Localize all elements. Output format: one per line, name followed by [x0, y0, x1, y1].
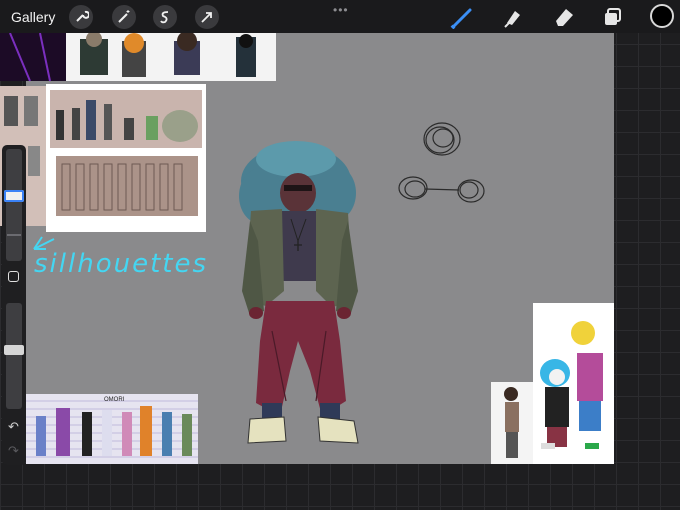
brush-size-knob[interactable] — [4, 190, 24, 202]
eraser-icon[interactable] — [552, 5, 576, 34]
character-sketch — [239, 141, 359, 444]
size-tick — [7, 234, 21, 236]
omori-title: OMORI — [104, 397, 125, 403]
actions-wrench-icon[interactable] — [69, 5, 93, 29]
top-toolbar: Gallery ••• — [0, 0, 680, 33]
transform-arrow-icon[interactable] — [195, 5, 219, 29]
opacity-knob[interactable] — [4, 345, 24, 355]
modify-button[interactable] — [8, 271, 19, 282]
reference-lineup-card — [46, 84, 206, 232]
reference-small-figure — [491, 382, 533, 464]
reference-night-in-the-woods — [66, 33, 276, 81]
layers-icon[interactable] — [601, 5, 625, 34]
brush-size-slider[interactable] — [6, 149, 22, 261]
smudge-icon[interactable] — [501, 5, 525, 34]
selection-s-icon[interactable] — [153, 5, 177, 29]
gallery-button[interactable]: Gallery — [11, 9, 55, 25]
undo-button[interactable]: ↶ — [8, 419, 19, 435]
sketch-doodles — [398, 122, 485, 203]
reference-dark-strip — [0, 33, 66, 81]
color-picker-button[interactable] — [650, 4, 674, 28]
opacity-slider[interactable] — [6, 303, 22, 409]
adjustments-wand-icon[interactable] — [112, 5, 136, 29]
redo-button[interactable]: ↷ — [8, 443, 19, 459]
annotation-handwriting: sillhouettes — [34, 249, 209, 279]
more-dots[interactable]: ••• — [333, 3, 349, 17]
reference-sally-face — [533, 303, 614, 464]
reference-omori-lineup: OMORI — [26, 394, 198, 464]
brush-icon[interactable] — [450, 5, 476, 34]
left-sidebar: ↶ ↷ — [2, 145, 26, 465]
